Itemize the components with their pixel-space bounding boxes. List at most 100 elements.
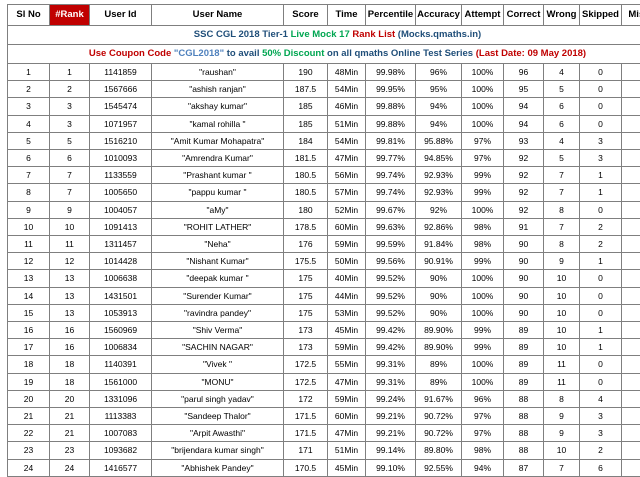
cell-user-id: 1311457 xyxy=(89,235,152,254)
cell-score: 184 xyxy=(283,131,328,151)
cell-missed: 0 xyxy=(621,407,640,426)
table-row: 24 24 1416577 "Abhishek Pandey" 170.5 45Min 99… xyxy=(7,458,640,477)
cell-correct: 90 xyxy=(503,252,544,271)
cell-attempt: 99% xyxy=(461,252,504,271)
cell-attempt: 100% xyxy=(461,303,504,323)
cell-user-id: 1010093 xyxy=(89,149,152,168)
cell-percentile: 99.31% xyxy=(365,372,416,391)
cell-wrong: 6 xyxy=(543,97,580,116)
cell-wrong: 10 xyxy=(543,321,580,340)
cell-skipped: 0 xyxy=(579,80,622,99)
cell-missed: 0 xyxy=(621,458,640,477)
cell-user-name: "Nishant Kumar" xyxy=(151,252,284,271)
cell-rank: 13 xyxy=(49,269,90,288)
cell-wrong: 7 xyxy=(543,166,580,185)
cell-percentile: 99.10% xyxy=(365,458,416,477)
table-row: 22 21 1007083 "Arpit Awasthi" 171.5 47Min 99.2… xyxy=(7,424,640,443)
cell-attempt: 100% xyxy=(461,269,504,288)
table-row: 1 1 1141859 "raushan" 190 48Min 99.98% 96% 100% 9… xyxy=(7,62,640,82)
cell-score: 185 xyxy=(283,97,328,116)
title-banner-ranklist: Rank List xyxy=(352,29,398,40)
cell-accuracy: 92.93% xyxy=(415,183,462,202)
cell-accuracy: 89% xyxy=(415,355,462,374)
cell-wrong: 6 xyxy=(543,114,580,133)
cell-missed: 0 xyxy=(621,114,640,133)
cell-accuracy: 92.55% xyxy=(415,458,462,477)
cell-correct: 92 xyxy=(503,200,544,219)
cell-attempt: 97% xyxy=(461,407,504,426)
cell-user-name: "Shiv Verma" xyxy=(151,321,284,340)
cell-percentile: 99.74% xyxy=(365,166,416,185)
cell-rank: 21 xyxy=(49,407,90,426)
cell-user-id: 1004057 xyxy=(89,200,152,219)
cell-score: 171.5 xyxy=(283,407,328,426)
cell-rank: 11 xyxy=(49,235,90,254)
rank-list-sheet: Sl No #Rank User Id User Name Score Time… xyxy=(7,4,640,477)
cell-correct: 88 xyxy=(503,407,544,426)
cell-sl-no: 10 xyxy=(7,217,50,237)
cell-skipped: 1 xyxy=(579,252,622,271)
cell-attempt: 94% xyxy=(461,458,504,477)
cell-score: 172.5 xyxy=(283,355,328,374)
cell-user-name: "Vivek " xyxy=(151,355,284,374)
cell-rank: 1 xyxy=(49,62,90,82)
cell-sl-no: 12 xyxy=(7,252,50,271)
cell-user-id: 1005650 xyxy=(89,183,152,202)
cell-accuracy: 92.93% xyxy=(415,166,462,185)
cell-percentile: 99.98% xyxy=(365,62,416,82)
cell-correct: 93 xyxy=(503,131,544,151)
cell-missed: 0 xyxy=(621,424,640,443)
cell-sl-no: 2 xyxy=(7,80,50,99)
cell-user-name: "Surender Kumar" xyxy=(151,286,284,305)
cell-correct: 92 xyxy=(503,166,544,185)
cell-sl-no: 1 xyxy=(7,62,50,82)
cell-user-name: "Prashant kumar " xyxy=(151,166,284,185)
cell-attempt: 100% xyxy=(461,372,504,391)
cell-wrong: 7 xyxy=(543,458,580,477)
cell-percentile: 99.21% xyxy=(365,424,416,443)
cell-skipped: 0 xyxy=(579,355,622,374)
table-row: 6 6 1010093 "Amrendra Kumar" 181.5 47Min 99.77… xyxy=(7,149,640,168)
coupon-text-3: on all qmaths Online Test Series xyxy=(324,48,476,59)
cell-rank: 18 xyxy=(49,372,90,391)
cell-skipped: 2 xyxy=(579,235,622,254)
cell-accuracy: 94% xyxy=(415,114,462,133)
cell-attempt: 99% xyxy=(461,183,504,202)
cell-accuracy: 91.84% xyxy=(415,235,462,254)
cell-wrong: 7 xyxy=(543,217,580,237)
cell-accuracy: 95% xyxy=(415,80,462,99)
cell-rank: 3 xyxy=(49,97,90,116)
cell-time: 51Min xyxy=(327,441,366,460)
cell-user-id: 1140391 xyxy=(89,355,152,374)
title-banner-row: SSC CGL 2018 Tier-1 Live Mock 17 Rank Li… xyxy=(7,25,640,45)
cell-skipped: 0 xyxy=(579,303,622,323)
cell-sl-no: 14 xyxy=(7,286,50,305)
cell-accuracy: 90.91% xyxy=(415,252,462,271)
cell-correct: 87 xyxy=(503,458,544,477)
table-row: 10 10 1091413 "ROHIT LATHER" 178.5 60Min 99.63… xyxy=(7,217,640,237)
cell-time: 47Min xyxy=(327,372,366,391)
cell-percentile: 99.14% xyxy=(365,441,416,460)
cell-user-name: "Arpit Awasthi" xyxy=(151,424,284,443)
cell-time: 52Min xyxy=(327,200,366,219)
cell-attempt: 99% xyxy=(461,166,504,185)
cell-correct: 89 xyxy=(503,372,544,391)
cell-skipped: 0 xyxy=(579,200,622,219)
table-row: 14 13 1431501 "Surender Kumar" 175 44Min 99.52… xyxy=(7,286,640,305)
coupon-discount: 50% Discount xyxy=(262,48,325,59)
cell-percentile: 99.59% xyxy=(365,235,416,254)
cell-time: 47Min xyxy=(327,149,366,168)
cell-missed: 0 xyxy=(621,303,640,323)
cell-missed: 0 xyxy=(621,62,640,82)
table-row: 991004057"aMy"18052Min99.67%92%100%92800 xyxy=(7,200,640,219)
cell-skipped: 6 xyxy=(579,458,622,477)
cell-percentile: 99.67% xyxy=(365,200,416,219)
cell-user-id: 1561000 xyxy=(89,372,152,391)
cell-user-id: 1331096 xyxy=(89,389,152,409)
col-rank: #Rank xyxy=(49,4,90,26)
cell-time: 54Min xyxy=(327,131,366,151)
table-row: 8 7 1005650 "pappu kumar " 180.5 57Min 99.74% 9… xyxy=(7,183,640,202)
cell-correct: 89 xyxy=(503,355,544,374)
cell-score: 172.5 xyxy=(283,372,328,391)
cell-correct: 90 xyxy=(503,303,544,323)
